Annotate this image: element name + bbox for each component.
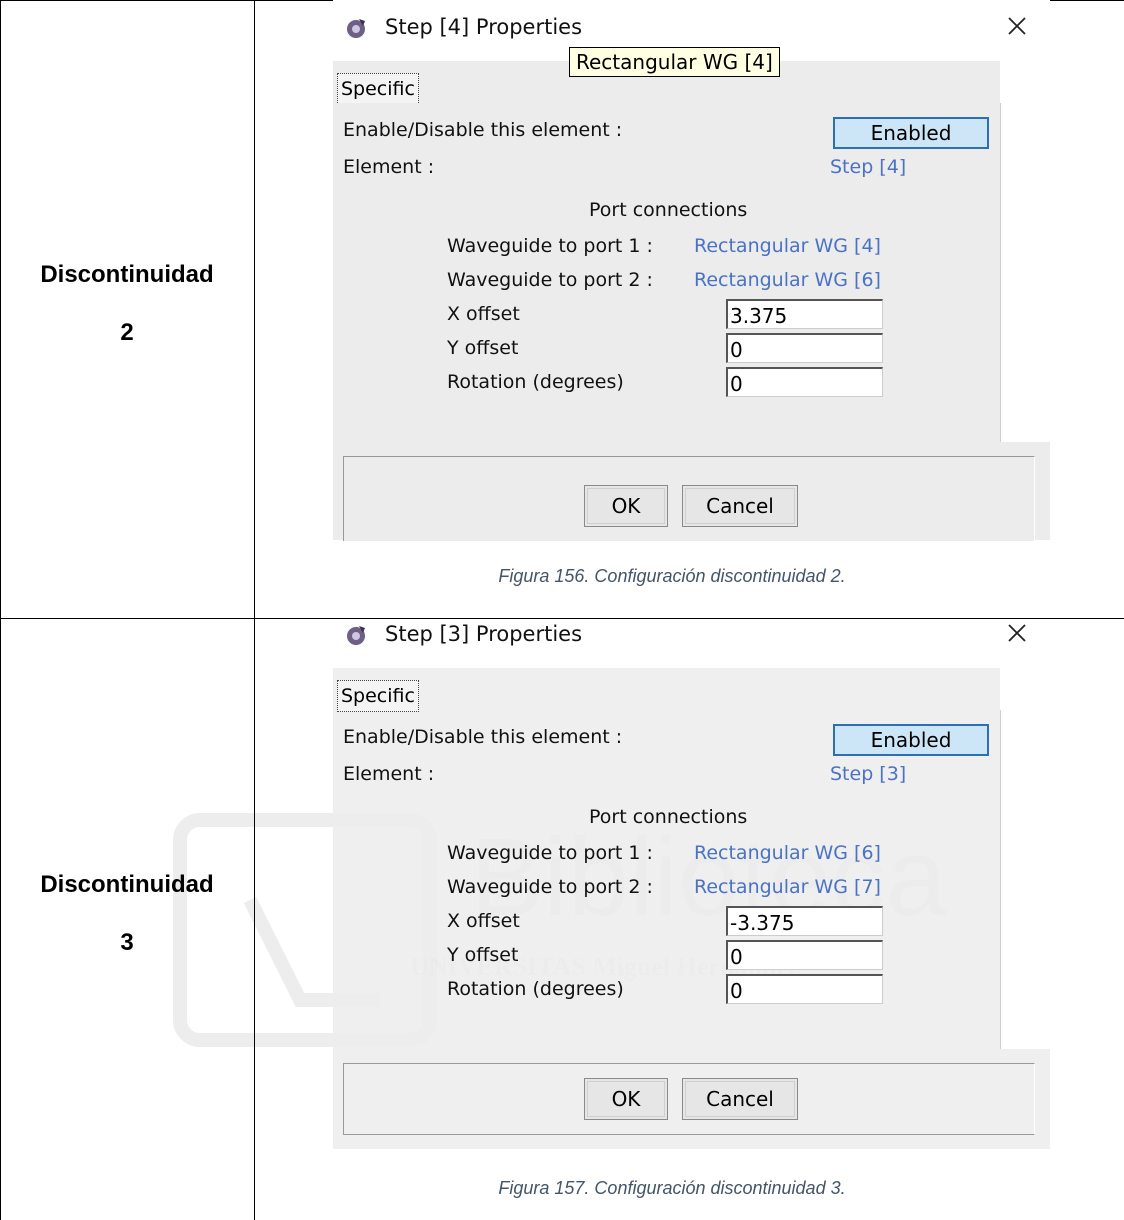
port-connections-title: Port connections [589, 199, 748, 221]
element-label: Element : [343, 763, 435, 785]
cancel-button[interactable]: Cancel [682, 1078, 798, 1120]
figure-caption: Figura 156. Configuración discontinuidad… [498, 566, 846, 586]
yoffset-label: Y offset [447, 337, 519, 359]
xoffset-input[interactable]: 3.375 [726, 299, 883, 329]
port1-label: Waveguide to port 1 : [447, 842, 653, 864]
rotation-label: Rotation (degrees) [447, 978, 624, 1000]
port2-label: Waveguide to port 2 : [447, 876, 653, 898]
enabled-toggle-button[interactable]: Enabled [833, 117, 989, 149]
ok-button[interactable]: OK [584, 1078, 668, 1120]
yoffset-input[interactable]: 0 [726, 940, 883, 970]
dialog-title: Step [4] Properties [385, 15, 583, 39]
dialog-title: Step [3] Properties [385, 622, 583, 646]
port-connections-title: Port connections [589, 806, 748, 828]
app-icon [347, 626, 365, 645]
close-icon[interactable] [1002, 11, 1032, 41]
dialog-titlebar: Step [3] Properties [333, 612, 1050, 668]
app-icon [347, 19, 365, 38]
yoffset-label: Y offset [447, 944, 519, 966]
rotation-input[interactable]: 0 [726, 974, 883, 1004]
port2-value[interactable]: Rectangular WG [6] [694, 269, 881, 291]
table-column-divider [254, 0, 255, 1220]
dialog-panel: Specific Enable/Disable this element : E… [333, 47, 1001, 442]
figure-caption: Figura 157. Configuración discontinuidad… [498, 1178, 846, 1198]
specific-tab-content: Enable/Disable this element : Enabled El… [333, 710, 1001, 1049]
xoffset-label: X offset [447, 303, 520, 325]
yoffset-input[interactable]: 0 [726, 333, 883, 363]
enable-label: Enable/Disable this element : [343, 726, 623, 748]
tab-specific[interactable]: Specific [337, 73, 419, 105]
step-properties-dialog: Step [3] Properties Specific Enable/Disa… [333, 612, 1050, 1149]
enabled-toggle-button[interactable]: Enabled [833, 724, 989, 756]
row-label-line2: 2 [120, 319, 134, 346]
row-label-discontinuidad-2: Discontinuidad 2 [0, 246, 254, 362]
rotation-input[interactable]: 0 [726, 367, 883, 397]
dialog-panel: Specific Enable/Disable this element : E… [333, 668, 1001, 1049]
tab-specific[interactable]: Specific [337, 680, 419, 712]
element-value: Step [4] [830, 156, 907, 178]
port1-label: Waveguide to port 1 : [447, 235, 653, 257]
xoffset-input[interactable]: -3.375 [726, 906, 883, 936]
table-border-left [0, 0, 1, 1220]
port2-value[interactable]: Rectangular WG [7] [694, 876, 881, 898]
row-label-line1: Discontinuidad [40, 261, 214, 288]
row-label-line1: Discontinuidad [40, 871, 214, 898]
xoffset-label: X offset [447, 910, 520, 932]
dialog-button-area: OK Cancel [333, 1049, 1050, 1149]
dialog-button-area: OK Cancel [333, 442, 1050, 541]
port2-label: Waveguide to port 2 : [447, 269, 653, 291]
port1-value[interactable]: Rectangular WG [6] [694, 842, 881, 864]
row-label-discontinuidad-3: Discontinuidad 3 [0, 856, 254, 972]
element-value: Step [3] [830, 763, 907, 785]
tooltip: Rectangular WG [4] [569, 47, 780, 77]
step-properties-dialog: Step [4] Properties Specific Enable/Disa… [333, 5, 1050, 541]
table-border-top-right [1050, 0, 1124, 1]
ok-button[interactable]: OK [584, 485, 668, 527]
button-frame: OK Cancel [343, 1063, 1035, 1135]
rotation-label: Rotation (degrees) [447, 371, 624, 393]
close-icon[interactable] [1002, 618, 1032, 648]
port1-value[interactable]: Rectangular WG [4] [694, 235, 881, 257]
element-label: Element : [343, 156, 435, 178]
row-label-line2: 3 [120, 929, 134, 956]
button-frame: OK Cancel [343, 456, 1035, 541]
specific-tab-content: Enable/Disable this element : Enabled El… [333, 103, 1001, 442]
table-border-top [0, 0, 333, 1]
cancel-button[interactable]: Cancel [682, 485, 798, 527]
enable-label: Enable/Disable this element : [343, 119, 623, 141]
